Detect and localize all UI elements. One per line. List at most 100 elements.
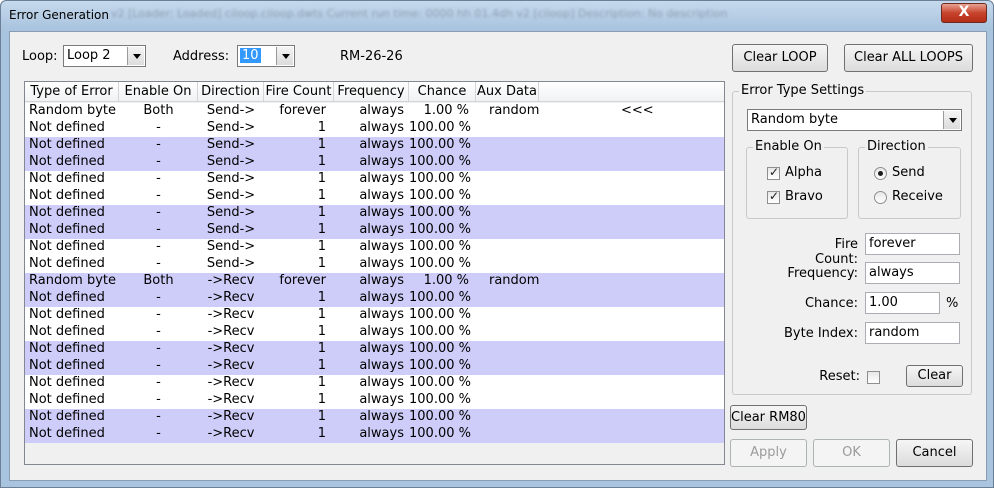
cell-fire-count: 1 (317, 120, 326, 135)
cell-enable-on: - (156, 256, 161, 271)
cell-type: Not defined (29, 426, 105, 441)
chance-unit: % (946, 296, 959, 311)
error-list[interactable]: Type of Error Enable On Direction Fire C… (24, 81, 725, 465)
cancel-button[interactable]: Cancel (896, 439, 973, 467)
alpha-checkbox[interactable] (767, 165, 780, 180)
rm-identifier: RM-26-26 (340, 49, 403, 64)
table-row[interactable]: Not defined - Send-> 1 always 100.00 % (25, 239, 724, 256)
table-row[interactable]: Not defined - Send-> 1 always 100.00 % (25, 188, 724, 205)
column-frequency[interactable]: Frequency (334, 82, 409, 102)
cell-fire-count: 1 (317, 205, 326, 220)
table-row[interactable]: Not defined - Send-> 1 always 100.00 % (25, 171, 724, 188)
loop-select[interactable]: Loop 2 (63, 45, 146, 67)
table-row[interactable]: Not defined - ->Recv 1 always 100.00 % (25, 375, 724, 392)
table-row[interactable]: Not defined - Send-> 1 always 100.00 % (25, 222, 724, 239)
send-radio[interactable] (874, 167, 887, 180)
cell-marker (621, 171, 661, 188)
cell-fire-count: 1 (317, 358, 326, 373)
clear-all-loops-button[interactable]: Clear ALL LOOPS (844, 44, 973, 72)
error-type-select[interactable]: Random byte (747, 109, 962, 131)
cell-chance: 100.00 % (409, 324, 471, 339)
table-row[interactable]: Not defined - Send-> 1 always 100.00 % (25, 120, 724, 137)
cell-aux-data (489, 426, 569, 443)
ok-button[interactable]: OK (813, 439, 890, 467)
cell-direction: Send-> (206, 171, 256, 186)
table-row[interactable]: Random byte Both Send-> forever always 1.00 %… (25, 103, 724, 120)
cell-frequency: always (359, 358, 404, 373)
cell-aux-data (489, 171, 569, 188)
table-row[interactable]: Not defined - ->Recv 1 always 100.00 % (25, 307, 724, 324)
table-row[interactable]: Not defined - ->Recv 1 always 100.00 % (25, 324, 724, 341)
column-fire-count[interactable]: Fire Count (264, 82, 334, 102)
cell-frequency: always (359, 137, 404, 152)
cell-direction: ->Recv (207, 426, 255, 441)
cell-chance: 100.00 % (409, 307, 471, 322)
table-row[interactable]: Random byte Both ->Recv forever always 1.00 %… (25, 273, 724, 290)
close-button[interactable]: X (941, 3, 987, 23)
table-row[interactable]: Not defined - Send-> 1 always 100.00 % (25, 137, 724, 154)
cell-type: Not defined (29, 290, 105, 305)
apply-button[interactable]: Apply (730, 439, 807, 467)
chevron-down-icon[interactable] (943, 111, 960, 129)
cell-fire-count: 1 (317, 256, 326, 271)
receive-radio[interactable] (874, 191, 887, 204)
frequency-input[interactable]: always (865, 262, 960, 284)
clear-button[interactable]: Clear (906, 365, 963, 387)
table-row[interactable]: Not defined - Send-> 1 always 100.00 % (25, 256, 724, 273)
cell-chance: 100.00 % (409, 205, 471, 220)
column-aux-data[interactable]: Aux Data (476, 82, 539, 102)
cell-type: Not defined (29, 171, 105, 186)
cell-marker (621, 392, 661, 409)
cell-enable-on: - (156, 307, 161, 322)
table-row[interactable]: Not defined - ->Recv 1 always 100.00 % (25, 426, 724, 443)
cell-fire-count: 1 (317, 171, 326, 186)
cell-fire-count: 1 (317, 137, 326, 152)
send-label: Send (892, 165, 925, 180)
clear-loop-button[interactable]: Clear LOOP (732, 44, 828, 72)
cell-fire-count: 1 (317, 239, 326, 254)
fire-count-input[interactable]: forever (865, 233, 960, 255)
table-row[interactable]: Not defined - ->Recv 1 always 100.00 % (25, 290, 724, 307)
bravo-checkbox[interactable] (767, 189, 780, 204)
cell-chance: 100.00 % (409, 222, 471, 237)
cell-type: Not defined (29, 341, 105, 356)
cell-frequency: always (359, 103, 404, 118)
cell-aux-data (489, 205, 569, 222)
column-enable-on[interactable]: Enable On (119, 82, 198, 102)
chance-input[interactable]: 1.00 (865, 292, 940, 314)
cell-aux-data (489, 290, 569, 307)
cell-type: Not defined (29, 205, 105, 220)
table-row[interactable]: Not defined - ->Recv 1 always 100.00 % (25, 358, 724, 375)
cell-fire-count: forever (279, 103, 326, 118)
cell-type: Not defined (29, 222, 105, 237)
close-icon: X (958, 4, 970, 20)
cell-marker: <<< (621, 103, 654, 118)
cell-type: Not defined (29, 307, 105, 322)
error-list-header: Type of Error Enable On Direction Fire C… (25, 82, 724, 102)
cell-fire-count: 1 (317, 324, 326, 339)
column-chance[interactable]: Chance (409, 82, 476, 102)
byte-index-input[interactable]: random (865, 322, 960, 344)
table-row[interactable]: Not defined - ->Recv 1 always 100.00 % (25, 392, 724, 409)
cell-aux-data (489, 256, 569, 273)
table-row[interactable]: Not defined - ->Recv 1 always 100.00 % (25, 341, 724, 358)
address-select[interactable]: 10 (237, 45, 295, 67)
clear-rm80-button[interactable]: Clear RM80 (730, 405, 807, 430)
title-bar[interactable]: Error Generation v2 [Loader: Loaded] cil… (1, 1, 993, 29)
window-title: Error Generation (9, 8, 110, 22)
table-row[interactable]: Not defined - Send-> 1 always 100.00 % (25, 154, 724, 171)
cell-marker (621, 290, 661, 307)
chevron-down-icon[interactable] (127, 47, 144, 65)
reset-checkbox[interactable] (867, 371, 880, 384)
table-row[interactable]: Not defined - ->Recv 1 always 100.00 % (25, 409, 724, 426)
cell-direction: Send-> (206, 256, 256, 271)
fire-count-value: forever (869, 236, 916, 251)
cell-chance: 100.00 % (409, 426, 471, 441)
cell-aux-data (489, 239, 569, 256)
cell-fire-count: 1 (317, 290, 326, 305)
cell-aux-data (489, 120, 569, 137)
table-row[interactable]: Not defined - Send-> 1 always 100.00 % (25, 205, 724, 222)
column-direction[interactable]: Direction (198, 82, 264, 102)
chevron-down-icon[interactable] (276, 47, 293, 65)
column-type-of-error[interactable]: Type of Error (25, 82, 119, 102)
